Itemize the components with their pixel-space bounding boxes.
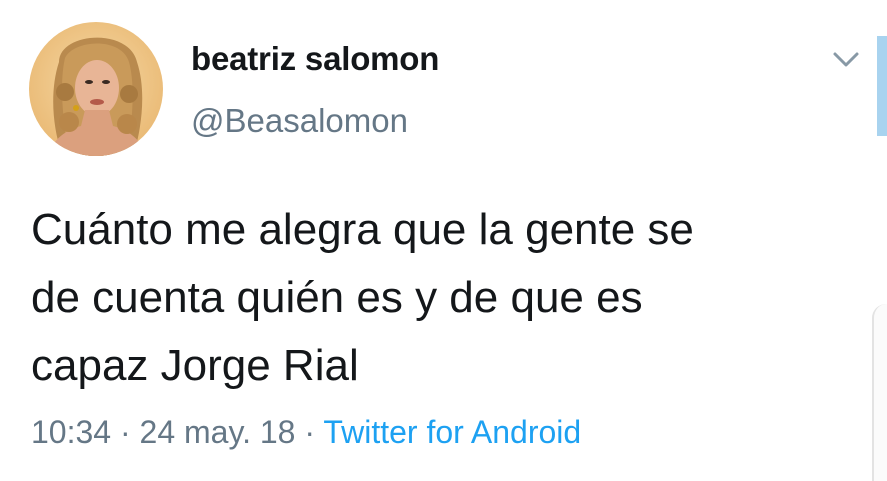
tweet-time[interactable]: 10:34 — [31, 414, 111, 450]
tweet-text: Cuánto me alegra que la gente se de cuen… — [31, 205, 694, 390]
avatar[interactable] — [29, 22, 163, 156]
adjacent-card-edge — [872, 304, 887, 481]
tweet-card: beatriz salomon @Beasalomon Cuánto me al… — [0, 0, 887, 481]
display-name[interactable]: beatriz salomon — [191, 40, 439, 78]
avatar-image — [29, 22, 163, 156]
chevron-down-icon[interactable] — [829, 46, 863, 72]
user-handle[interactable]: @Beasalomon — [191, 102, 408, 140]
tweet-source-link[interactable]: Twitter for Android — [323, 414, 581, 450]
tweet-date[interactable]: 24 may. 18 — [140, 414, 296, 450]
separator: · — [111, 414, 140, 450]
adjacent-panel-edge — [877, 36, 887, 136]
separator: · — [295, 414, 324, 450]
tweet-metadata: 10:34 · 24 may. 18 · Twitter for Android — [31, 414, 581, 451]
